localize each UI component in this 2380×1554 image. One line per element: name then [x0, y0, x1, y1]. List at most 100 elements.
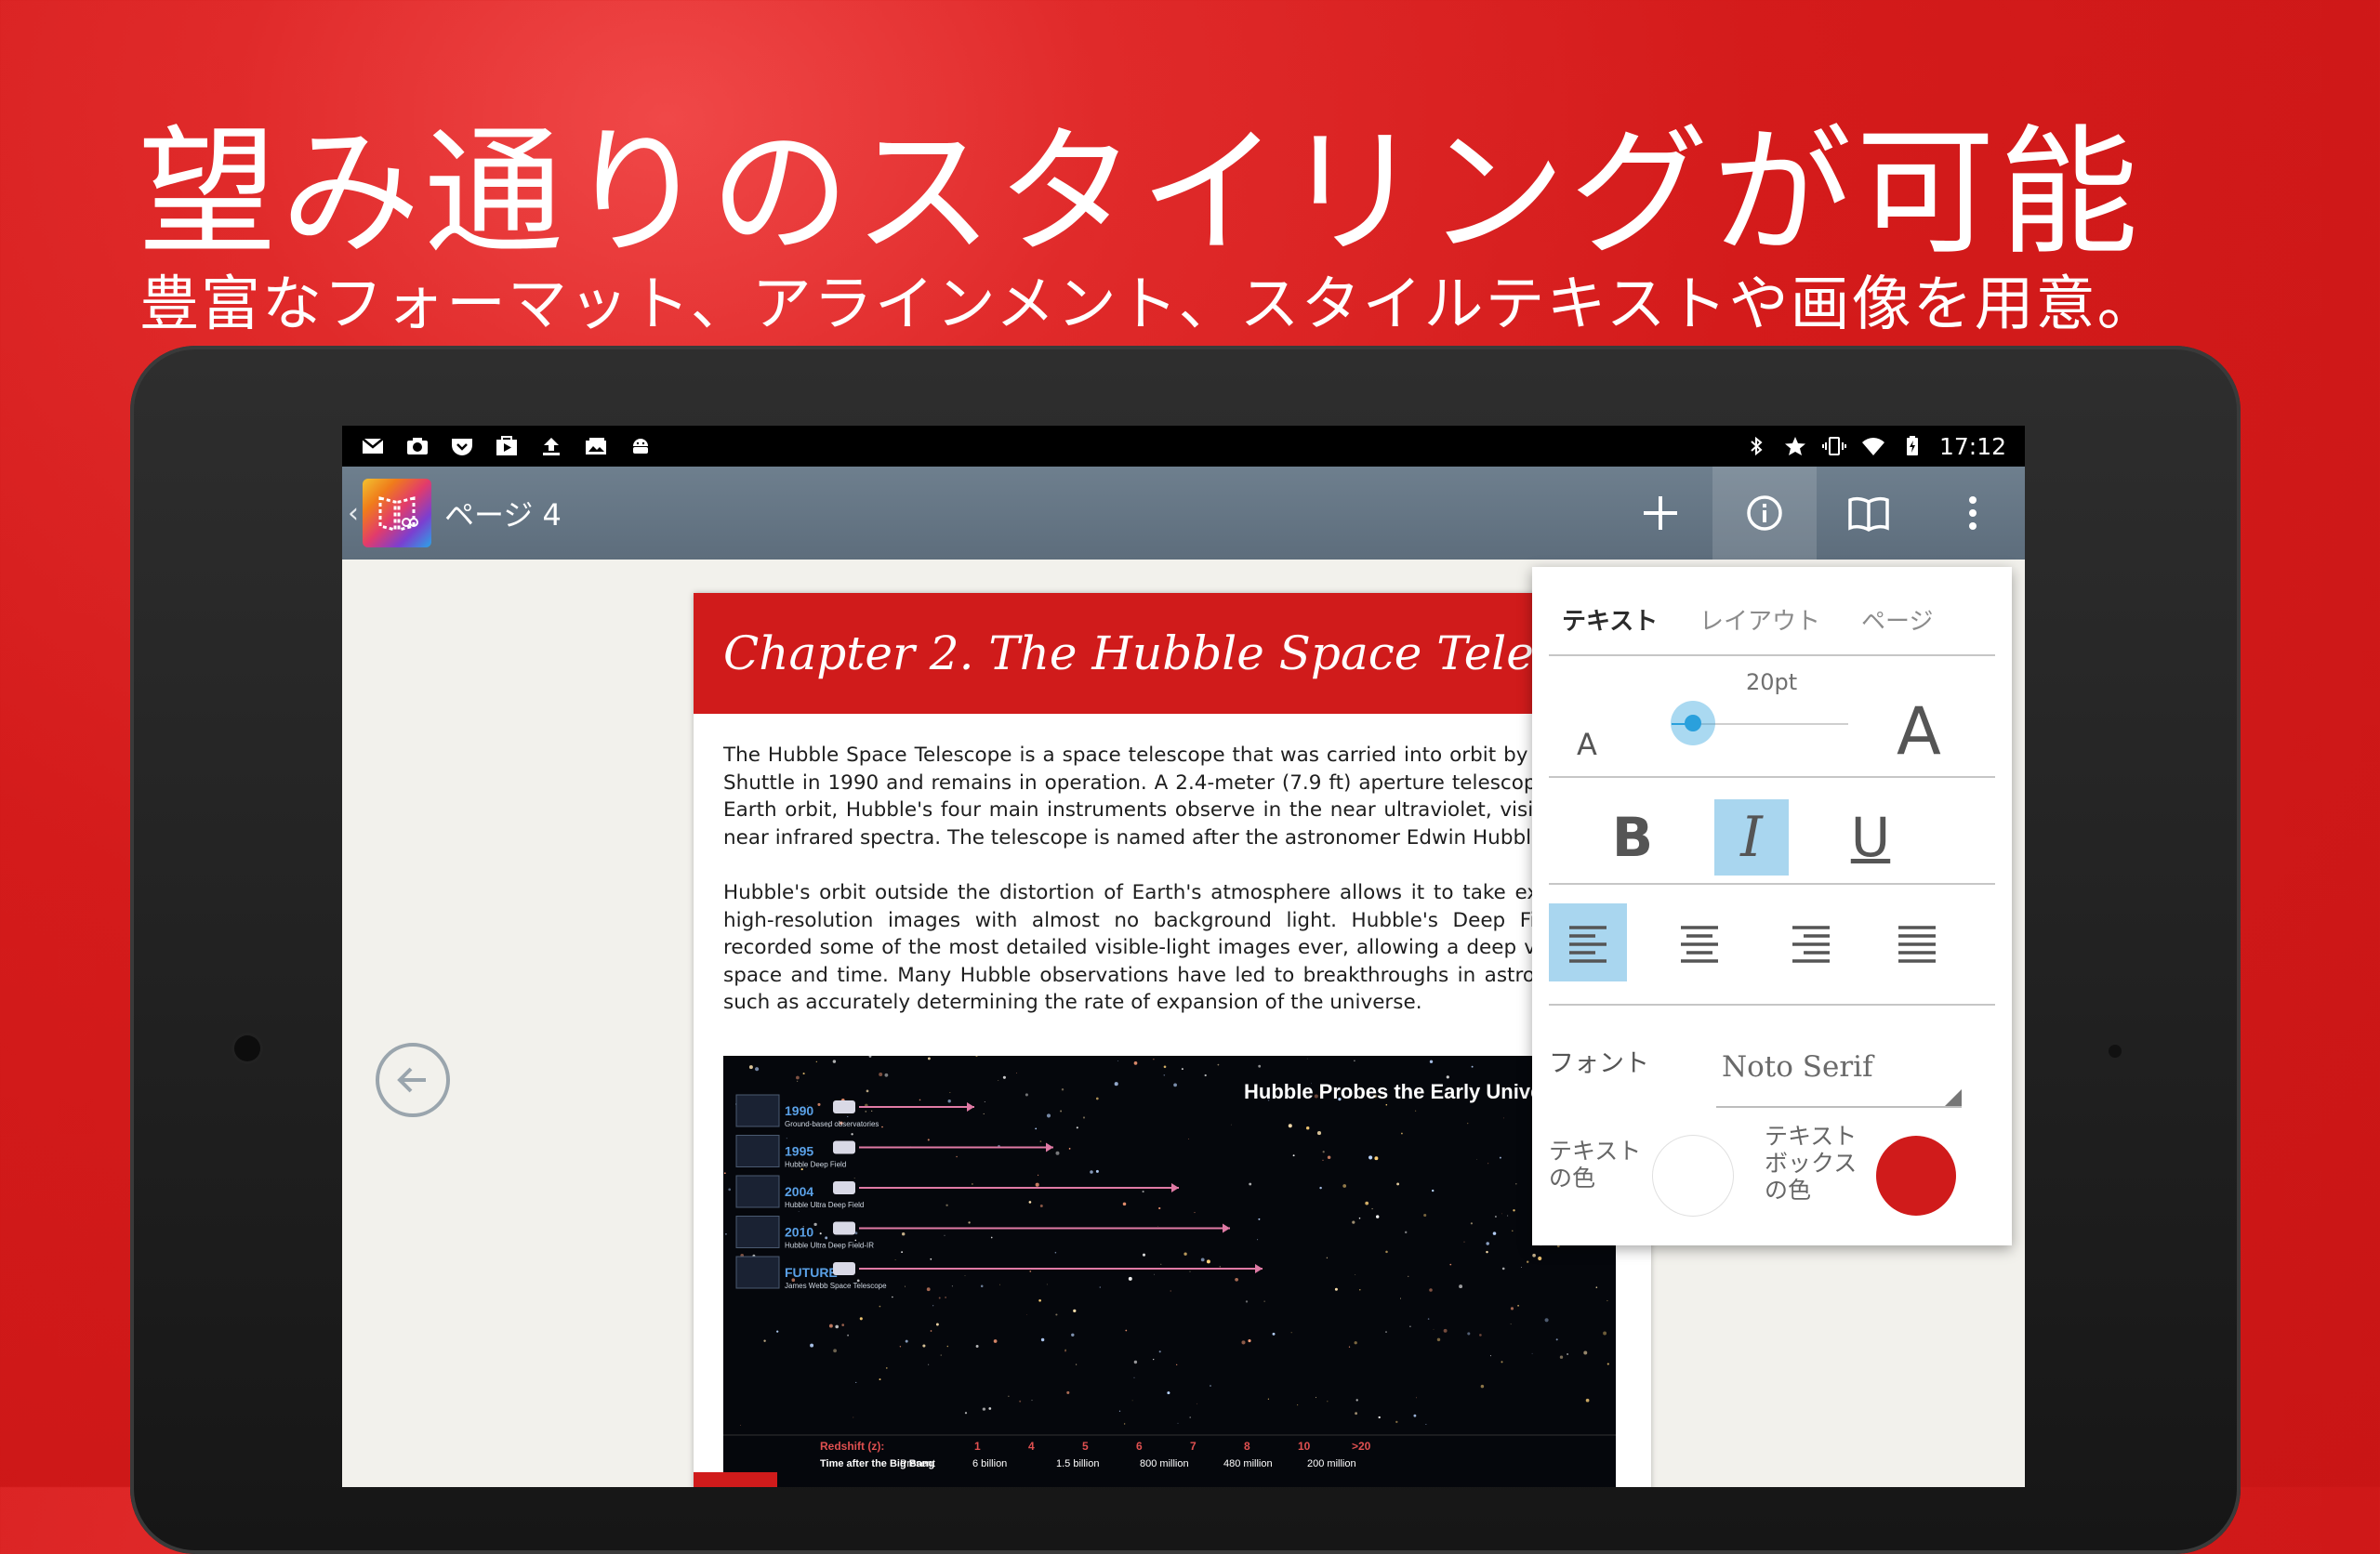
star-point: [724, 1232, 727, 1235]
star-point: [1163, 1074, 1166, 1076]
star-point: [1235, 1277, 1238, 1282]
star-point: [1297, 1404, 1299, 1406]
slider-thumb[interactable]: [1670, 701, 1715, 745]
star-point: [926, 1287, 931, 1292]
star-point: [819, 1232, 822, 1235]
tab-text[interactable]: テキスト: [1562, 602, 1658, 637]
star-point: [1040, 1337, 1045, 1342]
redshift-tick: 10: [1298, 1440, 1311, 1453]
star-point: [1480, 1384, 1485, 1389]
star-point: [1292, 1154, 1295, 1157]
textbox-color-swatch[interactable]: [1876, 1136, 1956, 1216]
battery-icon: [1906, 436, 1918, 455]
divider: [1549, 654, 1995, 656]
star-point: [899, 1346, 902, 1348]
star-point: [1507, 1215, 1509, 1217]
format-tabs: テキスト レイアウト ページ: [1532, 567, 2012, 656]
star-point: [1258, 1064, 1262, 1068]
text-color-swatch[interactable]: [1653, 1136, 1733, 1216]
align-center-button[interactable]: [1660, 903, 1739, 981]
arrow-head: [1046, 1142, 1053, 1152]
font-size-small-label: A: [1577, 727, 1597, 762]
promo-headline: 望み通りのスタイリングが可能: [138, 112, 2143, 274]
star-point: [980, 1284, 984, 1288]
star-point: [1204, 1073, 1207, 1077]
star-point: [796, 1075, 800, 1080]
star-point: [847, 1115, 849, 1117]
star-point: [1603, 1331, 1607, 1336]
star-point: [1288, 1124, 1292, 1128]
infographic-title: Hubble Probes the Early Universe: [1244, 1080, 1572, 1103]
star-point: [1463, 1241, 1465, 1243]
deep-field-thumbnail: [735, 1175, 780, 1208]
star-point: [1008, 1395, 1010, 1397]
star-point: [817, 1102, 821, 1106]
body-paragraph-2[interactable]: Hubble's orbit outside the distortion of…: [723, 879, 1616, 1017]
star-point: [951, 1285, 953, 1287]
star-point: [1025, 1093, 1028, 1097]
book-icon: [1848, 496, 1889, 533]
star-point: [881, 1126, 883, 1128]
star-point: [1467, 1122, 1469, 1125]
star-point: [855, 1381, 857, 1383]
star-point: [1585, 1398, 1590, 1403]
promo-subline: 豊富なフォーマット、アラインメント、スタイルテキストや画像を用意。: [139, 270, 2159, 339]
chapter-title[interactable]: Chapter 2. The Hubble Space Telescope: [694, 593, 1651, 714]
tab-layout[interactable]: レイアウト: [1699, 602, 1820, 637]
star-point: [964, 1412, 968, 1415]
star-point: [1446, 1075, 1449, 1079]
align-right-button[interactable]: [1772, 903, 1850, 981]
star-point: [983, 1113, 985, 1114]
star-point: [1099, 1286, 1102, 1288]
light-sensor: [2109, 1045, 2122, 1058]
star-point: [998, 1284, 1000, 1285]
star-point: [1359, 1289, 1361, 1291]
star-point: [1433, 1328, 1435, 1330]
overflow-menu-button[interactable]: [1921, 467, 2025, 560]
star-point: [1400, 1132, 1403, 1135]
star-point: [1055, 1151, 1060, 1155]
italic-button[interactable]: I: [1714, 799, 1789, 876]
star-point: [1073, 1309, 1077, 1313]
star-point: [1404, 1231, 1408, 1234]
star-point: [1095, 1169, 1099, 1173]
bold-button[interactable]: B: [1595, 799, 1670, 876]
read-book-button[interactable]: [1817, 467, 1921, 560]
add-button[interactable]: [1608, 467, 1712, 560]
document-page[interactable]: Chapter 2. The Hubble Space Telescope Th…: [694, 593, 1651, 1487]
star-point: [828, 1324, 833, 1328]
hubble-infographic[interactable]: Hubble Probes the Early Universe 1990 Gro…: [723, 1056, 1616, 1487]
star-point: [1035, 1182, 1039, 1187]
font-family-select[interactable]: Noto Serif: [1716, 1050, 1962, 1108]
star-point: [945, 1204, 948, 1207]
star-point: [1019, 1400, 1022, 1403]
star-point: [1142, 1191, 1144, 1193]
font-size-value: 20pt: [1746, 669, 1798, 695]
star-point: [739, 1425, 741, 1426]
star-point: [879, 1305, 881, 1308]
underline-button[interactable]: U: [1833, 799, 1908, 876]
align-justify-button[interactable]: [1878, 903, 1956, 981]
body-paragraph-1[interactable]: The Hubble Space Telescope is a space te…: [723, 742, 1616, 851]
star-point: [1054, 1251, 1057, 1254]
divider: [1549, 883, 1995, 885]
star-point: [796, 1080, 799, 1083]
previous-page-button[interactable]: [376, 1043, 450, 1117]
star-point: [1368, 1155, 1373, 1160]
star-point: [1257, 1239, 1259, 1241]
star-point: [1170, 1290, 1171, 1292]
star-point: [1157, 1226, 1159, 1227]
info-button[interactable]: [1712, 467, 1817, 560]
font-size-slider[interactable]: [1670, 701, 1848, 745]
app-icon[interactable]: [363, 479, 431, 547]
star-point: [1272, 1332, 1276, 1336]
star-point: [1355, 1412, 1357, 1416]
back-chevron-icon[interactable]: ‹: [348, 497, 359, 530]
gmail-icon: [362, 438, 384, 454]
star-point: [776, 1330, 779, 1333]
tab-page[interactable]: ページ: [1861, 602, 1933, 637]
star-point: [928, 1363, 930, 1365]
align-left-button[interactable]: [1549, 903, 1627, 981]
redshift-tick: 4: [1028, 1440, 1035, 1453]
star-point: [1423, 1213, 1427, 1218]
